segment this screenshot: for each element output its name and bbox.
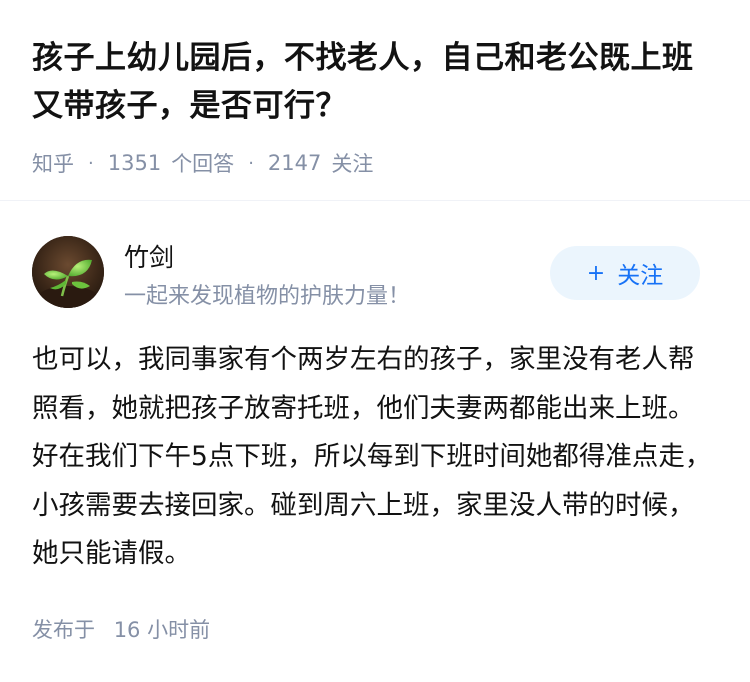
meta-separator: · [88,152,94,174]
follower-count-label: 关注 [331,152,374,176]
follow-button-label: 关注 [617,263,664,289]
follower-count: 2147 [267,151,322,175]
answer-count: 1351 [107,151,162,175]
answer-count-label: 个回答 [171,152,235,176]
avatar[interactable] [32,236,104,308]
published-label: 发布于 [32,618,95,642]
follow-button[interactable]: + 关注 [550,246,700,300]
question-meta: 知乎 · 1351 个回答 · 2147 关注 [32,148,722,178]
question-header: 孩子上幼儿园后，不找老人，自己和老公既上班又带孩子，是否可行？ 知乎 · 135… [32,34,722,178]
plant-sprout-avatar-icon [32,236,104,308]
author-row: 竹剑 一起来发现植物的护肤力量！ + 关注 [32,236,700,309]
answer-time: 发布于 16 小时前 [32,614,210,644]
section-divider [0,200,750,201]
author-name[interactable]: 竹剑 [124,238,174,274]
source-label[interactable]: 知乎 [32,148,74,178]
answer-content: 也可以，我同事家有个两岁左右的孩子，家里没有老人帮照看，她就把孩子放寄托班，他们… [32,344,712,569]
author-headline: 一起来发现植物的护肤力量！ [124,284,411,309]
meta-separator: · [248,152,254,174]
published-time: 16 小时前 [113,618,211,642]
question-title[interactable]: 孩子上幼儿园后，不找老人，自己和老公既上班又带孩子，是否可行？ [32,34,722,130]
plus-icon: + [586,260,606,286]
